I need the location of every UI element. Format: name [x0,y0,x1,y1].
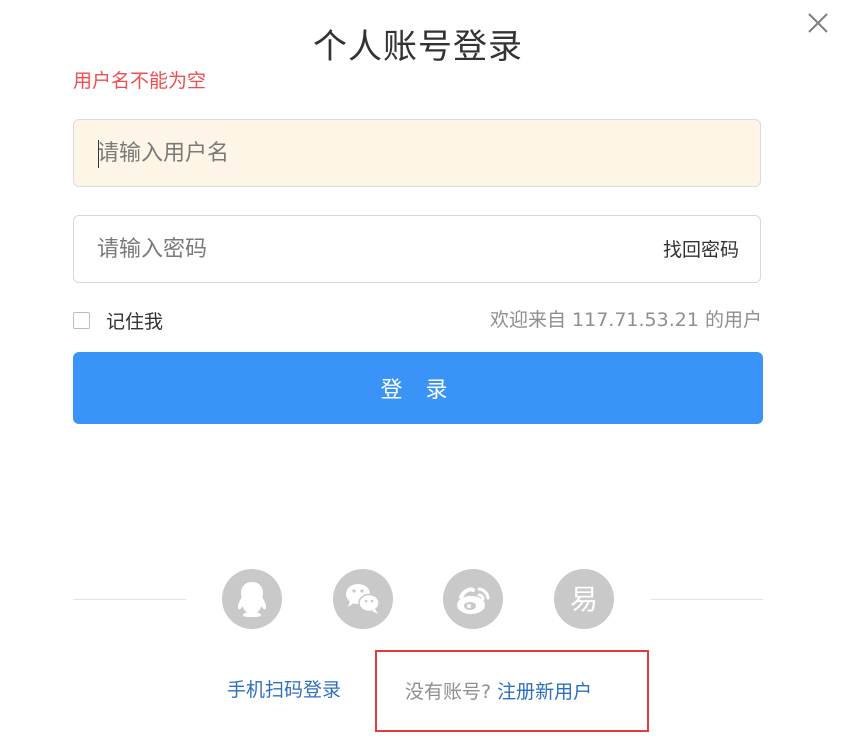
wechat-login-button[interactable] [333,569,393,629]
weibo-login-button[interactable] [443,569,503,629]
remember-me-checkbox[interactable] [73,311,90,329]
wechat-icon [346,584,380,614]
username-error-message: 用户名不能为空 [73,70,207,92]
username-field[interactable] [73,119,761,187]
remember-me-label: 记住我 [106,310,164,333]
register-highlight-box: 没有账号? 注册新用户 [375,650,649,732]
register-link[interactable]: 注册新用户 [497,681,592,703]
qq-login-button[interactable] [222,569,282,629]
weibo-icon [457,587,490,614]
yi-login-button[interactable]: 易 [554,569,614,629]
find-password-link[interactable]: 找回密码 [663,216,739,284]
divider-left [73,599,186,600]
login-button[interactable]: 登 录 [73,352,763,424]
password-field[interactable]: 找回密码 [73,215,761,283]
remember-me[interactable]: 记住我 [73,307,163,333]
text-caret [98,140,99,168]
no-account-text: 没有账号? [405,681,492,703]
svg-text:易: 易 [570,583,598,616]
divider-right [651,599,763,600]
page-title: 个人账号登录 [313,27,523,67]
yi-icon: 易 [570,583,598,616]
password-input[interactable] [74,216,594,282]
qq-icon [238,582,266,617]
welcome-text: 欢迎来自 117.71.53.21 的用户 [490,309,762,331]
qr-code-login-link[interactable]: 手机扫码登录 [227,676,341,704]
username-input[interactable] [74,120,760,186]
